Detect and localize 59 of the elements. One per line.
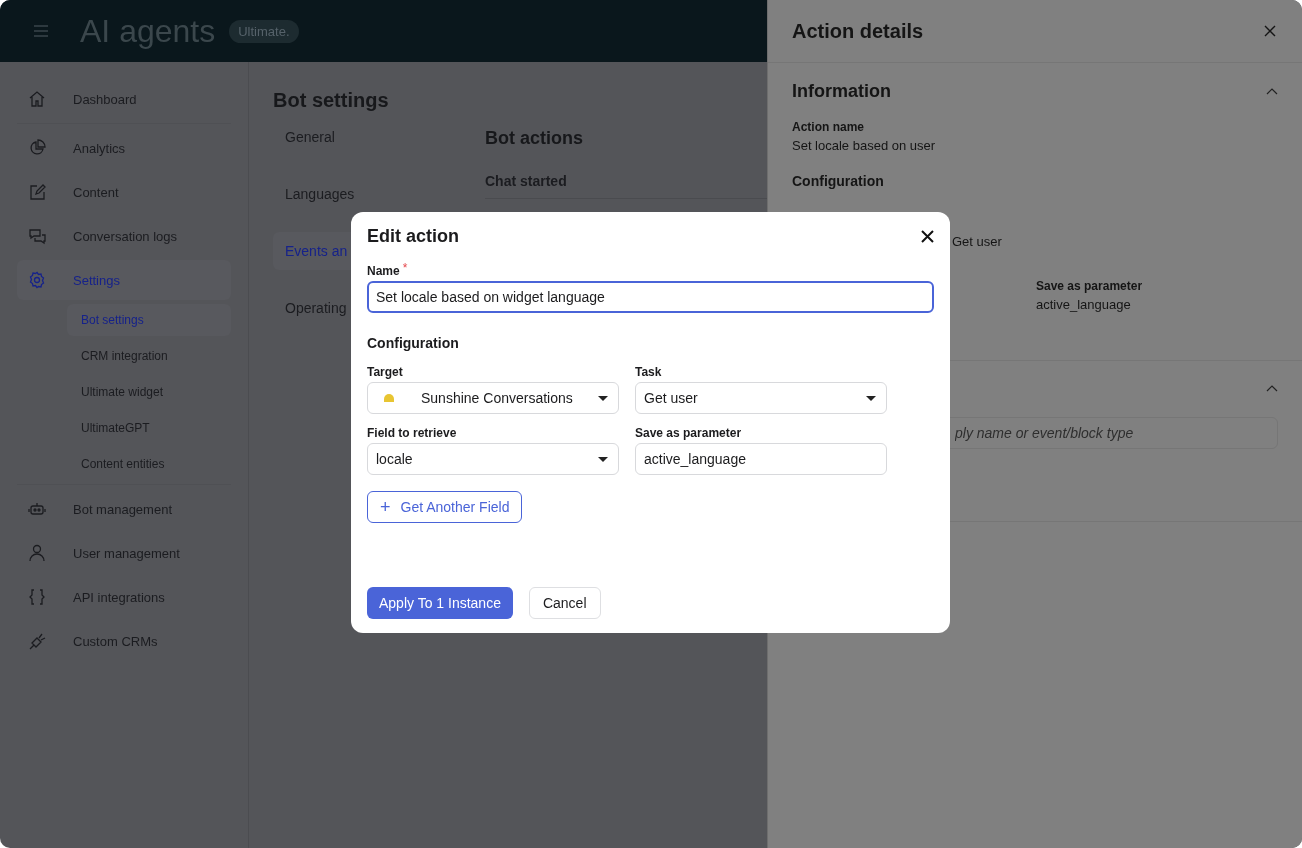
- field-label: Name: [367, 264, 400, 278]
- name-field[interactable]: Set locale based on widget language: [367, 281, 934, 313]
- add-field-button[interactable]: + Get Another Field: [367, 491, 523, 523]
- section-title: Bot actions: [485, 128, 584, 149]
- dialog-title: Edit action: [367, 226, 459, 247]
- plan-badge: Ultimate.: [229, 19, 299, 43]
- section-title: Configuration: [367, 335, 460, 351]
- dropdown[interactable]: Sunshine Conversations: [367, 382, 619, 414]
- caret-icon: [598, 456, 608, 462]
- settings-tab[interactable]: General: [273, 118, 485, 156]
- field-value: Set locale based on user: [792, 138, 937, 153]
- robot-icon: [28, 500, 46, 518]
- field-label: Save as parameter: [1036, 279, 1143, 293]
- page-title: Bot settings: [273, 89, 390, 112]
- sidebar-subitem[interactable]: CRM integration: [67, 340, 231, 372]
- subsection-title: Chat started: [485, 173, 568, 189]
- sidebar-item[interactable]: API integrations: [17, 577, 231, 617]
- close-icon[interactable]: [921, 230, 934, 243]
- apply-button[interactable]: Apply To 1 Instance: [367, 587, 513, 619]
- plug-icon: [28, 632, 46, 650]
- required-mark: *: [402, 261, 408, 275]
- caret-icon: [866, 395, 876, 401]
- sidebar-item[interactable]: Content: [17, 172, 231, 212]
- dropdown[interactable]: locale: [367, 443, 619, 475]
- caret-icon: [598, 395, 608, 401]
- chat-bubbles-icon: [28, 227, 46, 245]
- chevron-icon[interactable]: [1266, 385, 1278, 392]
- sidebar-item[interactable]: Custom CRMs: [17, 621, 231, 661]
- sidebar-item[interactable]: Settings: [17, 260, 231, 300]
- edit-icon: [28, 183, 46, 201]
- field-label: Target: [367, 365, 404, 379]
- parameter-field[interactable]: active_language: [635, 443, 887, 475]
- braces-icon: [28, 588, 46, 606]
- subsection-title: Configuration: [792, 173, 885, 189]
- field-label: Field to retrieve: [367, 426, 458, 440]
- person-icon: [28, 544, 46, 562]
- field-label: Task: [635, 365, 663, 379]
- cancel-button[interactable]: Cancel: [528, 587, 601, 619]
- field-value: Get user: [952, 234, 1002, 249]
- sidebar-subitem[interactable]: Ultimate widget: [67, 376, 231, 408]
- field-label: Action name: [792, 120, 865, 134]
- sidebar-subitem[interactable]: Bot settings: [67, 304, 231, 336]
- sidebar-item[interactable]: Dashboard: [17, 79, 231, 119]
- sidebar-subitem[interactable]: Content entities: [67, 448, 231, 480]
- field-value: active_language: [1036, 297, 1132, 312]
- panel-title: Action details: [792, 19, 924, 43]
- pie-chart-icon: [28, 139, 46, 157]
- sidebar-item[interactable]: Bot management: [17, 489, 231, 529]
- dropdown[interactable]: Get user: [635, 382, 887, 414]
- field-label: Save as parameter: [635, 426, 743, 440]
- section-heading: Information: [792, 81, 891, 102]
- sidebar-item[interactable]: Conversation logs: [17, 216, 231, 256]
- chevron-icon[interactable]: [1266, 88, 1278, 95]
- sidebar-item[interactable]: User management: [17, 533, 231, 573]
- sidebar-item[interactable]: Analytics: [17, 128, 231, 168]
- gear-icon: [28, 271, 46, 289]
- sidebar-subitem[interactable]: UltimateGPT: [67, 412, 231, 444]
- home-icon: [28, 90, 46, 108]
- settings-tab[interactable]: Languages: [273, 175, 485, 213]
